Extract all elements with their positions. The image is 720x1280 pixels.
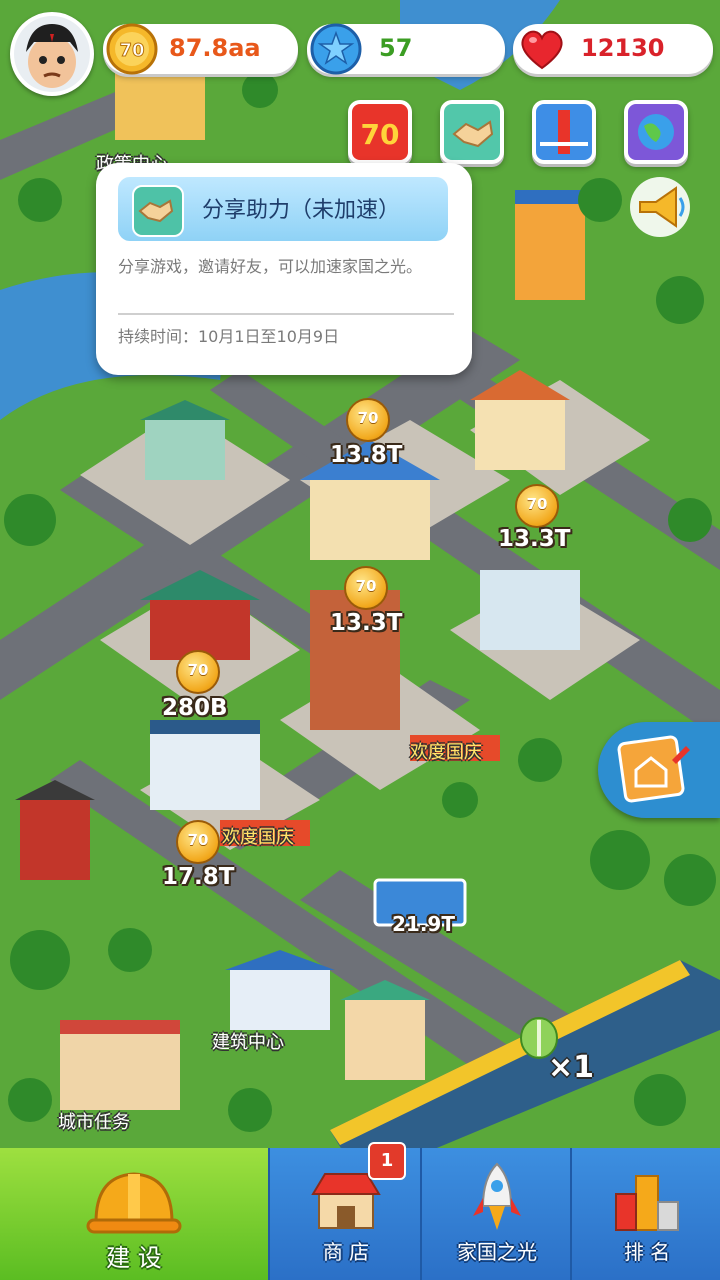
nav-rank-label: 排 名 bbox=[623, 1240, 671, 1264]
coin-balance[interactable]: 70 87.8aa bbox=[103, 23, 298, 75]
build-plan-button[interactable] bbox=[598, 722, 720, 818]
coin-text: 70 bbox=[187, 831, 209, 849]
nav-shop-label: 商 店 bbox=[322, 1240, 370, 1264]
coin-70-icon: 70 bbox=[106, 23, 158, 75]
bottom-nav: 建 设 商 店 家国之光 排 名 bbox=[0, 1148, 720, 1280]
building-value-label: 280B bbox=[162, 695, 228, 721]
bridge-event[interactable] bbox=[532, 100, 596, 164]
coin-text: 70 bbox=[357, 409, 379, 427]
handshake-icon bbox=[132, 185, 184, 237]
star-value: 57 bbox=[379, 34, 413, 62]
coin-text: 70 bbox=[187, 661, 209, 679]
rocket-icon bbox=[473, 1162, 521, 1230]
city-tasks-label[interactable]: 城市任务 bbox=[58, 1108, 130, 1134]
bridge-icon bbox=[536, 104, 592, 160]
coin-text: 70 bbox=[526, 495, 548, 513]
building-center-label[interactable]: 建筑中心 bbox=[212, 1028, 284, 1054]
handshake-icon bbox=[444, 104, 500, 160]
celebration-banner: 欢度国庆 bbox=[222, 827, 294, 848]
shop-notification-badge: 1 bbox=[368, 1142, 406, 1180]
tooltip-divider bbox=[118, 313, 454, 315]
earth-event[interactable] bbox=[624, 100, 688, 164]
blueprint-pencil-icon bbox=[617, 735, 690, 803]
share-assist-event[interactable] bbox=[440, 100, 504, 164]
blue-star-icon bbox=[310, 23, 362, 75]
tooltip-description: 分享游戏，邀请好友，可以加速家国之光。 bbox=[118, 257, 423, 276]
building-value-label: 13.3T bbox=[498, 526, 571, 552]
coin-collect-icon[interactable]: 70 bbox=[176, 650, 220, 694]
star-balance[interactable]: 57 bbox=[307, 23, 505, 75]
billboard-value-label: 21.9T bbox=[392, 912, 455, 936]
tooltip-duration: 持续时间：10月1日至10月9日 bbox=[118, 327, 340, 346]
svg-text:70: 70 bbox=[361, 118, 400, 151]
tooltip-header: 分享助力（未加速） bbox=[118, 177, 448, 241]
nav-glory-button[interactable]: 家国之光 bbox=[420, 1148, 572, 1280]
podium-icon bbox=[615, 1175, 679, 1231]
coin-collect-icon[interactable]: 70 bbox=[344, 566, 388, 610]
hard-hat-icon bbox=[86, 1172, 182, 1234]
heart-balance[interactable]: 12130 bbox=[513, 24, 713, 74]
coin-text: 70 bbox=[355, 577, 377, 595]
nav-build-label: 建 设 bbox=[106, 1244, 162, 1272]
coin-value: 87.8aa bbox=[169, 34, 261, 62]
coin-collect-icon[interactable]: 70 bbox=[176, 820, 220, 864]
70-icon: 70 bbox=[352, 104, 408, 160]
anniversary-70-event[interactable]: 70 bbox=[348, 100, 412, 164]
coin-collect-icon[interactable]: 70 bbox=[346, 398, 390, 442]
celebration-banner: 欢度国庆 bbox=[410, 742, 482, 763]
coin-collect-icon[interactable]: 70 bbox=[515, 484, 559, 528]
heart-icon bbox=[521, 30, 563, 70]
megaphone-icon[interactable] bbox=[628, 176, 692, 238]
building-value-label: 13.3T bbox=[330, 610, 403, 636]
earth-icon bbox=[628, 104, 684, 160]
nav-rank-button[interactable]: 排 名 bbox=[570, 1148, 720, 1280]
player-avatar[interactable] bbox=[10, 12, 94, 96]
player-avatar-icon bbox=[14, 16, 90, 92]
heart-value: 12130 bbox=[581, 34, 665, 62]
nav-glory-label: 家国之光 bbox=[457, 1240, 537, 1264]
cabbage-icon[interactable] bbox=[516, 1010, 562, 1060]
building-value-label: 17.8T bbox=[162, 864, 235, 890]
building-value-label: 13.8T bbox=[330, 442, 403, 468]
share-assist-tooltip: 分享助力（未加速） 分享游戏，邀请好友，可以加速家国之光。 持续时间：10月1日… bbox=[96, 163, 472, 375]
tooltip-title: 分享助力（未加速） bbox=[202, 198, 401, 223]
svg-text:70: 70 bbox=[119, 40, 144, 61]
nav-build-button[interactable]: 建 设 bbox=[0, 1148, 268, 1280]
